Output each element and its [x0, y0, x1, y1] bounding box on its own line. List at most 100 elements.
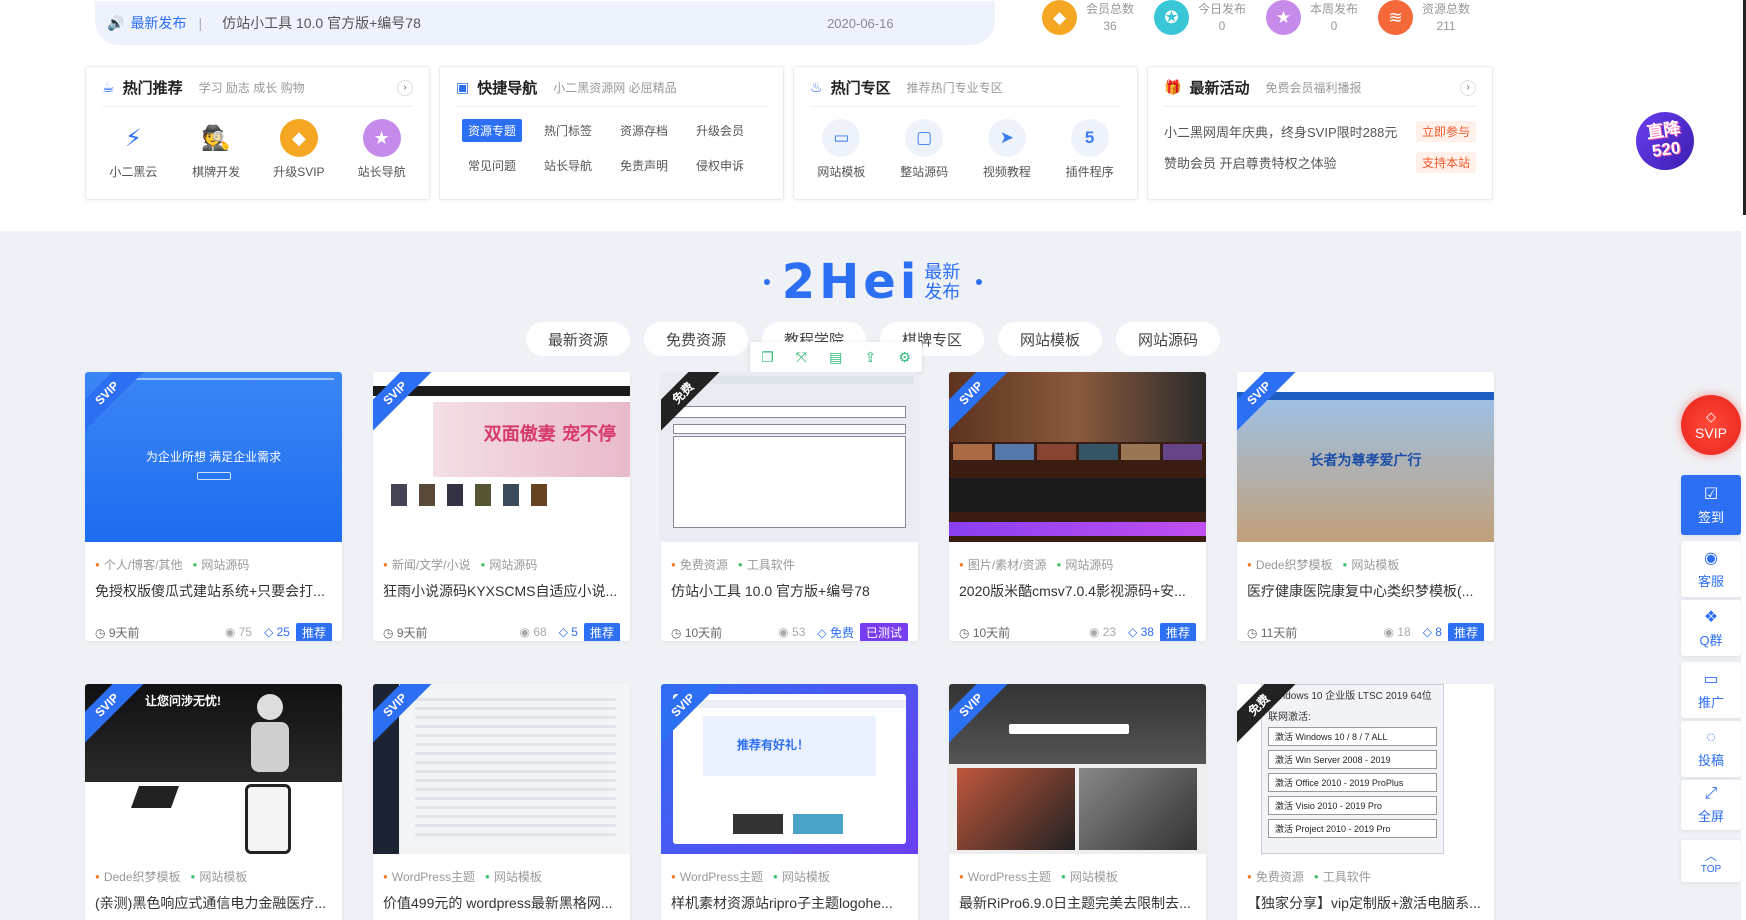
resource-card[interactable]: 推荐有好礼！ SVIP WordPress主题网站模板 样机素材资源站ripro…	[661, 684, 918, 920]
activity-text[interactable]: 赞助会员 开启尊贵特权之体验	[1164, 153, 1337, 172]
card-category[interactable]: 新闻/文学/小说	[383, 556, 471, 573]
resource-card[interactable]: Windows 10 企业版 LTSC 2019 64位 联网激活: 激活 Wi…	[1237, 684, 1494, 920]
join-button[interactable]: 立即参与	[1415, 121, 1476, 142]
card-category[interactable]: 工具软件	[738, 556, 795, 573]
card-thumbnail[interactable]: Windows 10 企业版 LTSC 2019 64位 联网激活: 激活 Wi…	[1237, 684, 1494, 854]
filter-tab[interactable]: 最新资源	[526, 322, 630, 356]
card-thumbnail[interactable]: 双面傲妻 宠不停 SVIP	[373, 372, 630, 542]
card-category[interactable]: 网站源码	[1057, 556, 1113, 573]
sidebar-item-promote[interactable]: ▭ 推广	[1681, 662, 1741, 718]
sidebar-item-support[interactable]: ◉ 客服	[1681, 541, 1741, 597]
sidebar-label: 客服	[1697, 574, 1724, 589]
card-category[interactable]: 网站源码	[481, 556, 537, 573]
resource-card[interactable]: 双面傲妻 宠不停 SVIP 新闻/文学/小说网站源码 狂雨小说源码KYXSCMS…	[373, 372, 630, 641]
notice-tag[interactable]: 🔊 最新发布	[107, 13, 186, 33]
card-category[interactable]: 免费资源	[1247, 868, 1304, 885]
zone-item-source[interactable]: ▢ 整站源码	[884, 119, 964, 180]
card-category[interactable]: 网站模板	[773, 868, 830, 885]
stat-value: 0	[1218, 18, 1226, 33]
card-thumbnail[interactable]: 让您问涉无忧! SVIP	[85, 684, 342, 854]
sidebar-item-checkin[interactable]: ☑ 签到	[1681, 475, 1741, 535]
sidebar-item-qgroup[interactable]: ❖ Q群	[1681, 600, 1741, 656]
card-thumbnail[interactable]: SVIP	[373, 684, 630, 854]
quick-link[interactable]: 资源专题	[462, 119, 523, 142]
back-to-top-button[interactable]: ︿ TOP	[1681, 840, 1741, 882]
card-thumbnail[interactable]: SVIP	[949, 684, 1206, 854]
card-views: 75	[238, 625, 253, 639]
quick-link[interactable]: 站长导航	[538, 154, 598, 177]
resource-card[interactable]: 免费 免费资源工具软件 仿站小工具 10.0 官方版+编号78 ◷ 10天前 ◉…	[661, 372, 918, 641]
resource-card[interactable]: SVIP WordPress主题网站模板 最新RiPro6.9.0日主题完美去限…	[949, 684, 1206, 920]
card-title[interactable]: (亲测)黑色响应式通信电力金融医疗...	[95, 893, 332, 913]
resource-card[interactable]: 长者为尊孝爱广行 SVIP Dede织梦模板网站模板 医疗健康医院康复中心类织梦…	[1237, 372, 1494, 641]
quick-link[interactable]: 常见问题	[462, 154, 522, 177]
quick-link[interactable]: 热门标签	[538, 119, 598, 142]
card-category[interactable]: 图片/素材/资源	[959, 556, 1047, 573]
quick-link[interactable]: 免责声明	[614, 154, 674, 177]
activity-text[interactable]: 小二黑网周年庆典，终身SVIP限时288元	[1164, 122, 1397, 141]
expand-icon[interactable]: ⤧	[796, 349, 807, 366]
quick-link[interactable]: 侵权申诉	[690, 154, 750, 177]
card-category[interactable]: 工具软件	[1314, 868, 1371, 885]
card-category[interactable]: 网站模板	[485, 868, 542, 885]
gift-icon: 🎁	[1164, 79, 1182, 95]
resource-card[interactable]: 让您问涉无忧! SVIP Dede织梦模板网站模板 (亲测)黑色响应式通信电力金…	[85, 684, 342, 920]
filter-tab[interactable]: 网站源码	[1116, 322, 1220, 356]
card-title[interactable]: 【独家分享】vip定制版+激活电脑系...	[1247, 893, 1484, 913]
card-title[interactable]: 价值499元的 wordpress最新黑格网...	[383, 893, 620, 913]
resource-card[interactable]: SVIP 图片/素材/资源网站源码 2020版米酷cmsv7.0.4影视源码+安…	[949, 372, 1206, 641]
sidebar-label: TOP	[1700, 864, 1722, 875]
thumb-phone	[245, 784, 291, 854]
card-thumbnail[interactable]: 免费	[661, 372, 918, 542]
zone-item-video[interactable]: ➤ 视频教程	[967, 119, 1047, 180]
quick-link[interactable]: 资源存档	[614, 119, 674, 142]
card-views: 68	[533, 625, 547, 639]
card-thumbnail[interactable]: 长者为尊孝爱广行 SVIP	[1237, 372, 1494, 542]
card-title[interactable]: 最新RiPro6.9.0日主题完美去限制去...	[959, 893, 1196, 913]
card-category[interactable]: 网站模板	[1343, 556, 1399, 573]
hot-item-chess[interactable]: 🕵 棋牌开发	[176, 119, 256, 180]
card-title[interactable]: 仿站小工具 10.0 官方版+编号78	[671, 581, 908, 601]
card-category[interactable]: 免费资源	[671, 556, 728, 573]
notice-title[interactable]: 仿站小工具 10.0 官方版+编号78	[222, 13, 827, 33]
card-category[interactable]: WordPress主题	[671, 868, 763, 885]
panel-title: 热门推荐	[122, 80, 183, 97]
zone-item-templates[interactable]: ▭ 网站模板	[801, 119, 881, 180]
sidebar-item-submit[interactable]: ◌ 投稿	[1681, 721, 1741, 777]
share-icon[interactable]: ⇪	[864, 349, 876, 366]
card-category[interactable]: Dede织梦模板	[95, 868, 181, 885]
save-icon[interactable]: ▤	[829, 349, 842, 366]
card-category[interactable]: 网站模板	[1061, 868, 1118, 885]
hot-item-nav[interactable]: ★ 站长导航	[342, 119, 422, 180]
card-thumbnail[interactable]: 为企业所想 满足企业需求 SVIP	[85, 372, 342, 542]
more-arrow-icon[interactable]: ›	[397, 79, 413, 96]
card-title[interactable]: 样机素材资源站ripro子主题logohe...	[671, 893, 908, 913]
settings-icon[interactable]: ⚙	[898, 349, 911, 366]
card-thumbnail[interactable]: 推荐有好礼！ SVIP	[661, 684, 918, 854]
card-category[interactable]: 网站源码	[193, 556, 249, 573]
filter-tab[interactable]: 网站模板	[998, 322, 1102, 356]
card-thumbnail[interactable]: SVIP	[949, 372, 1206, 542]
resource-card[interactable]: 为企业所想 满足企业需求 SVIP 个人/博客/其他网站源码 免授权版傻瓜式建站…	[85, 372, 342, 641]
svip-float-button[interactable]: ◇ SVIP	[1681, 395, 1741, 455]
card-title[interactable]: 免授权版傻瓜式建站系统+只要会打...	[95, 581, 332, 601]
card-title[interactable]: 狂雨小说源码KYXSCMS自适应小说...	[383, 581, 620, 601]
card-category[interactable]: 个人/博客/其他	[95, 556, 183, 573]
hot-item-svip[interactable]: ◆ 升级SVIP	[259, 119, 339, 180]
resource-card[interactable]: SVIP WordPress主题网站模板 价值499元的 wordpress最新…	[373, 684, 630, 920]
card-title[interactable]: 医疗健康医院康复中心类织梦模板(...	[1247, 581, 1484, 601]
more-arrow-icon[interactable]: ›	[1460, 79, 1476, 96]
panel-quick: ▣ 快捷导航 小二黑资源网 必屈精品 资源专题 热门标签 资源存档 升级会员 常…	[439, 66, 784, 200]
card-category[interactable]: WordPress主题	[959, 868, 1051, 885]
hot-item-cloud[interactable]: ⚡ 小二黑云	[93, 119, 173, 180]
sidebar-item-fullscreen[interactable]: ⤢ 全屏	[1681, 780, 1741, 830]
zone-item-plugins[interactable]: 5 插件程序	[1050, 119, 1130, 180]
filter-tab[interactable]: 免费资源	[644, 322, 748, 356]
card-category[interactable]: WordPress主题	[383, 868, 475, 885]
quick-link[interactable]: 升级会员	[690, 119, 750, 142]
card-category[interactable]: Dede织梦模板	[1247, 556, 1333, 573]
copy-icon[interactable]: ❐	[761, 349, 774, 366]
card-title[interactable]: 2020版米酷cmsv7.0.4影视源码+安...	[959, 581, 1196, 601]
card-category[interactable]: 网站模板	[191, 868, 247, 885]
support-button[interactable]: 支持本站	[1415, 152, 1476, 173]
